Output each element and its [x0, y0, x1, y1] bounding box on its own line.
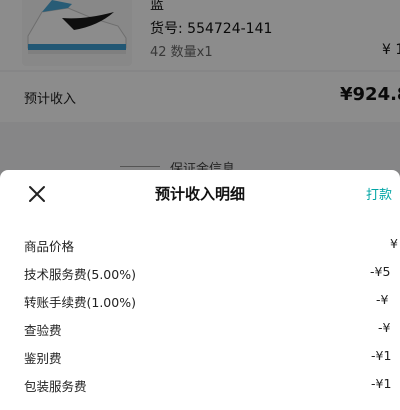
fee-value: ¥ [390, 236, 398, 251]
fee-row-authentication: 鉴别费 -¥1 [0, 342, 400, 370]
fee-row-packaging: 包装服务费 -¥1 [0, 370, 400, 398]
income-detail-sheet: 预计收入明细 打款 商品价格 ¥ 技术服务费(5.00%) -¥5 转账手续费(… [0, 170, 400, 410]
fee-label: 技术服务费(5.00%) [24, 267, 136, 282]
fee-value: -¥1 [371, 376, 392, 391]
fee-value: -¥1 [371, 348, 392, 363]
fee-row-inspection: 查验费 -¥ [0, 314, 400, 342]
fee-label: 包装服务费 [24, 379, 87, 394]
fee-label: 鉴别费 [24, 351, 62, 366]
fee-row-tech-service: 技术服务费(5.00%) -¥5 [0, 258, 400, 286]
fee-value: -¥ [378, 320, 391, 335]
fee-label: 转账手续费(1.00%) [24, 295, 136, 310]
fee-value: -¥ [376, 292, 389, 307]
fee-label: 查验费 [24, 323, 62, 338]
fee-label: 商品价格 [24, 239, 75, 254]
fee-value: -¥5 [370, 264, 391, 279]
fee-list: 商品价格 ¥ 技术服务费(5.00%) -¥5 转账手续费(1.00%) -¥ … [0, 230, 400, 398]
payout-link[interactable]: 打款 [366, 184, 392, 203]
fee-row-transfer: 转账手续费(1.00%) -¥ [0, 286, 400, 314]
fee-row-product-price: 商品价格 ¥ [0, 230, 400, 258]
sheet-title: 预计收入明细 [154, 185, 245, 203]
